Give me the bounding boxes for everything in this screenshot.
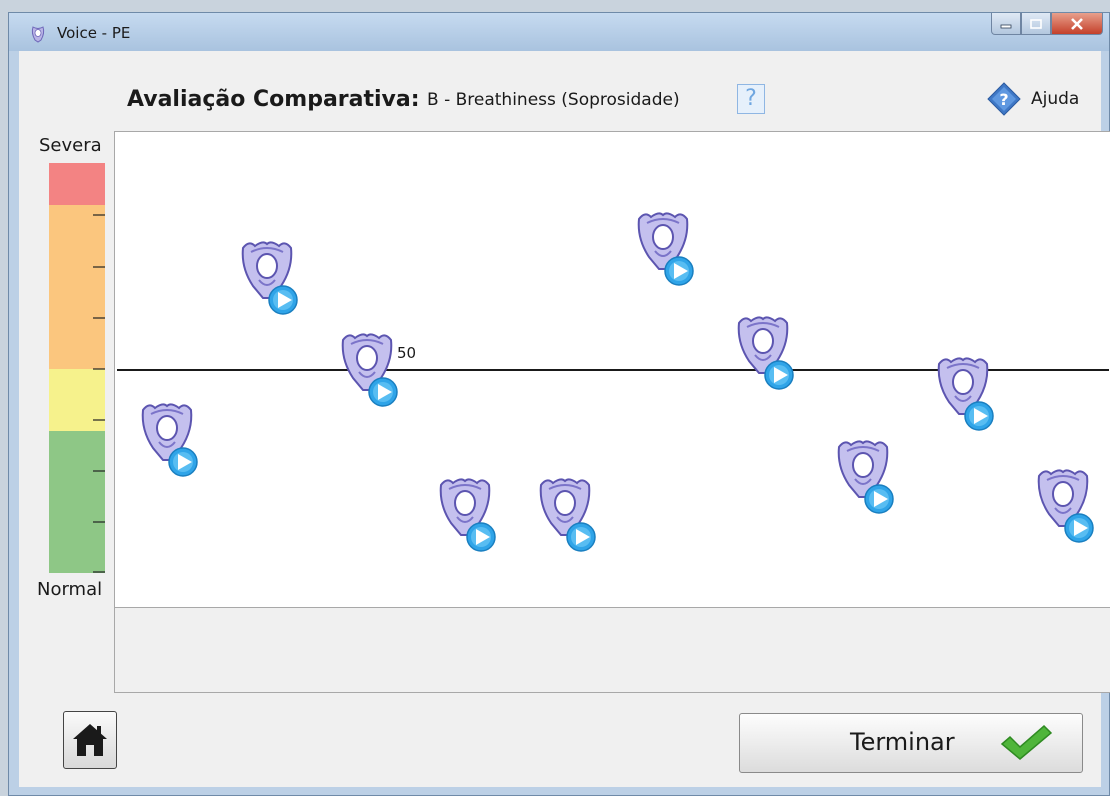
play-icon[interactable]: [168, 447, 198, 477]
sample-marker[interactable]: [237, 238, 301, 318]
question-mark-icon: ?: [745, 86, 757, 111]
help-button[interactable]: ? Ajuda: [987, 79, 1079, 119]
sample-marker[interactable]: [733, 313, 797, 393]
rating-canvas[interactable]: 50: [115, 132, 1110, 607]
svg-text:?: ?: [999, 90, 1008, 109]
maximize-icon: [1030, 18, 1042, 29]
window-controls: [991, 13, 1103, 37]
scale-severe-band: [49, 163, 105, 205]
home-icon: [73, 724, 107, 756]
sample-marker[interactable]: [1033, 466, 1097, 546]
play-icon[interactable]: [1064, 513, 1094, 544]
window-title: Voice - PE: [57, 24, 131, 42]
severity-scale: [49, 163, 105, 573]
play-icon[interactable]: [368, 376, 398, 407]
evaluation-title: Avaliação Comparativa:: [127, 87, 420, 112]
title-bar[interactable]: Voice - PE: [9, 13, 1109, 51]
sample-marker[interactable]: [933, 354, 997, 434]
scale-top-label: Severa: [39, 135, 102, 156]
sample-marker[interactable]: [337, 330, 401, 410]
larynx-icon: [31, 26, 45, 43]
scale-mild-band: [49, 369, 105, 431]
close-icon: [1071, 17, 1083, 30]
play-icon[interactable]: [664, 256, 694, 286]
unrated-tray[interactable]: [115, 608, 1110, 692]
minimize-icon: [1000, 24, 1012, 28]
scale-normal-band: [49, 431, 105, 573]
maximize-button[interactable]: [1021, 13, 1051, 35]
sample-marker[interactable]: [535, 475, 599, 555]
scale-moderate-band: [49, 205, 105, 369]
close-button[interactable]: [1051, 13, 1103, 35]
finish-button[interactable]: Terminar: [739, 713, 1083, 773]
finish-label: Terminar: [850, 728, 955, 756]
sample-marker[interactable]: [833, 437, 897, 517]
sample-marker[interactable]: [633, 209, 697, 289]
play-icon[interactable]: [268, 285, 298, 315]
minimize-button[interactable]: [991, 13, 1021, 35]
help-label: Ajuda: [1031, 89, 1080, 109]
app-window: Voice - PE Avaliação Comparativa: B - Br…: [8, 12, 1110, 796]
client-area: Avaliação Comparativa: B - Breathiness (…: [19, 51, 1110, 787]
play-icon[interactable]: [764, 360, 794, 390]
play-icon[interactable]: [964, 401, 994, 432]
parameter-name: B - Breathiness (Soprosidade): [427, 90, 680, 110]
help-diamond-icon: ?: [987, 82, 1021, 116]
play-icon[interactable]: [466, 522, 496, 552]
rating-area[interactable]: 50: [114, 131, 1110, 693]
scale-bottom-label: Normal: [37, 579, 103, 600]
sample-marker[interactable]: [435, 475, 499, 555]
play-icon[interactable]: [566, 522, 596, 552]
parameter-info-button[interactable]: ?: [737, 84, 765, 114]
sample-marker[interactable]: [137, 400, 201, 480]
home-button[interactable]: [63, 711, 117, 769]
play-icon[interactable]: [864, 484, 894, 515]
checkmark-icon: [1000, 724, 1053, 760]
